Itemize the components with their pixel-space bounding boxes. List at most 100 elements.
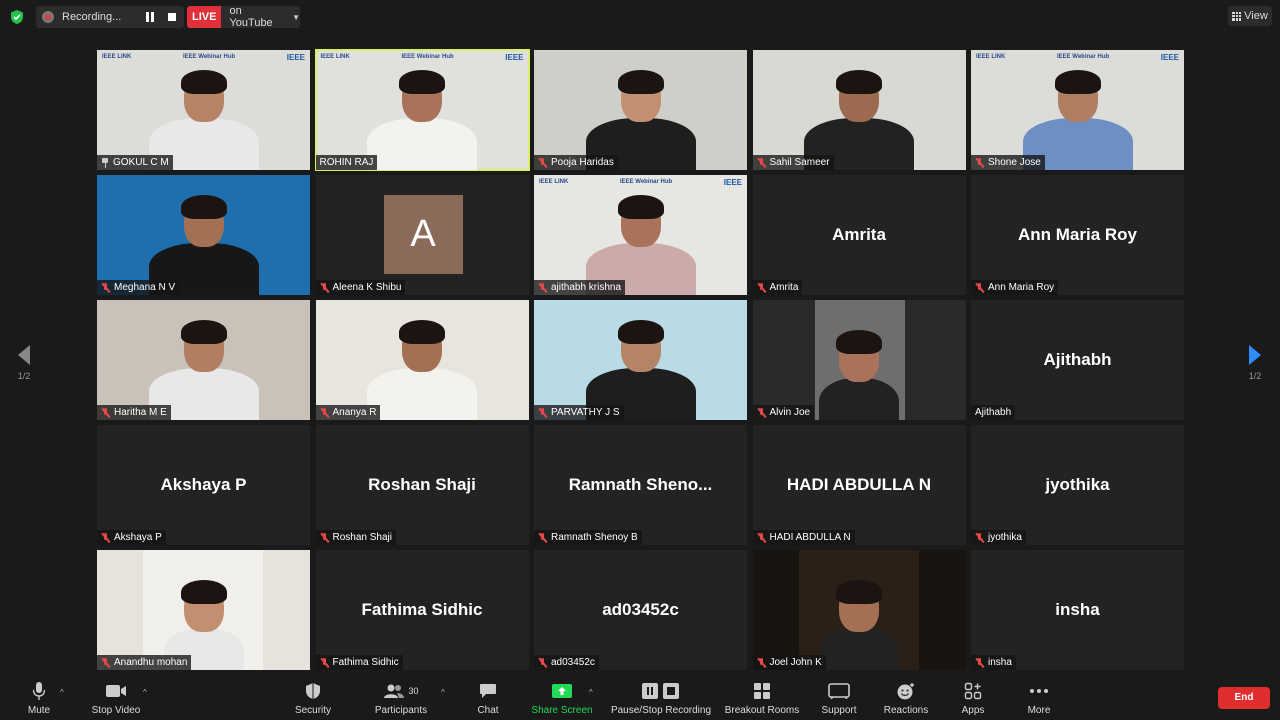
video-feed xyxy=(316,300,529,420)
participant-tile[interactable]: Ann Maria Roy Ann Maria Roy xyxy=(971,175,1184,295)
support-button[interactable]: Support xyxy=(817,680,861,716)
chevron-up-icon[interactable]: ^ xyxy=(441,688,445,697)
participant-name-tag: Pooja Haridas xyxy=(534,155,618,170)
participant-tile[interactable]: insha insha xyxy=(971,550,1184,670)
participant-display-name: Ramnath Sheno... xyxy=(568,475,713,494)
participant-tile[interactable]: Amrita Amrita xyxy=(752,175,966,295)
chevron-up-icon[interactable]: ^ xyxy=(143,688,147,697)
apps-button[interactable]: Apps xyxy=(955,680,991,716)
security-shield-icon xyxy=(290,680,336,702)
participant-tile[interactable]: Ajithabh Ajithabh xyxy=(971,300,1184,420)
participants-button[interactable]: 30 Participants xyxy=(369,680,433,716)
participant-tile[interactable]: Alvin Joe xyxy=(752,300,966,420)
muted-mic-icon xyxy=(101,407,110,418)
participant-name-tag: Meghana N V xyxy=(97,280,180,295)
more-button[interactable]: More xyxy=(1020,680,1058,716)
share-screen-button[interactable]: Share Screen xyxy=(530,680,594,716)
participant-figure xyxy=(367,70,477,170)
participant-name: Amrita xyxy=(769,282,799,293)
stop-recording-icon[interactable] xyxy=(166,12,180,22)
reactions-button[interactable]: Reactions xyxy=(880,680,932,716)
participant-tile[interactable]: IEEE LINK IEEE Webinar Hub IEEE ajithabh kr… xyxy=(534,175,747,295)
participant-tile[interactable]: IEEE LINK IEEE Webinar Hub IEEE Shone Jose xyxy=(971,50,1184,170)
banner-left: IEEE LINK xyxy=(976,54,1006,60)
muted-mic-icon xyxy=(320,657,329,668)
participant-name-tag: Amrita xyxy=(752,280,803,295)
breakout-rooms-button[interactable]: Breakout Rooms xyxy=(722,680,802,716)
banner-logo: IEEE xyxy=(1160,52,1179,62)
stop-video-button[interactable]: Stop Video xyxy=(88,680,144,716)
participant-tile[interactable]: Anandhu mohan xyxy=(97,550,310,670)
participant-tile[interactable]: IEEE LINK IEEE Webinar Hub IEEE GOKUL C M xyxy=(97,50,310,170)
pause-stop-recording-label: Pause/Stop Recording xyxy=(610,705,712,716)
muted-mic-icon xyxy=(538,157,547,168)
participant-name: Aleena K Shibu xyxy=(332,282,402,293)
participant-tile[interactable]: Haritha M E xyxy=(97,300,310,420)
pause-stop-recording-button[interactable]: Pause/Stop Recording xyxy=(607,680,715,716)
participant-tile[interactable]: ad03452c ad03452c xyxy=(534,550,747,670)
mute-button[interactable]: Mute xyxy=(22,680,56,716)
recording-indicator: Recording... xyxy=(36,6,184,28)
participant-tile[interactable]: A Aleena K Shibu xyxy=(315,175,529,295)
participant-tile[interactable]: Pooja Haridas xyxy=(534,50,747,170)
view-button[interactable]: View xyxy=(1228,6,1272,26)
shield-icon[interactable] xyxy=(9,9,25,25)
participant-tile[interactable]: Fathima Sidhic Fathima Sidhic xyxy=(315,550,529,670)
video-feed xyxy=(97,175,310,295)
participant-name-tag: Sahil Sameer xyxy=(752,155,834,170)
participant-name-tag: Roshan Shaji xyxy=(315,530,396,545)
security-button[interactable]: Security xyxy=(290,680,336,716)
participant-gallery: IEEE LINK IEEE Webinar Hub IEEE GOKUL C M IE… xyxy=(97,49,1184,670)
banner-center: IEEE Webinar Hub xyxy=(619,179,673,185)
banner-left: IEEE LINK xyxy=(102,54,132,60)
video-feed: IEEE LINK IEEE Webinar Hub IEEE xyxy=(534,175,747,295)
participant-name-tag: jyothika xyxy=(971,530,1026,545)
support-label: Support xyxy=(821,705,857,716)
muted-mic-icon xyxy=(757,407,766,418)
participant-tile[interactable]: Ramnath Sheno... Ramnath Shenoy B xyxy=(534,425,747,545)
support-icon xyxy=(817,680,861,702)
participant-tile[interactable]: Roshan Shaji Roshan Shaji xyxy=(315,425,529,545)
participant-tile[interactable]: PARVATHY J S xyxy=(534,300,747,420)
participant-display-name: Akshaya P xyxy=(160,475,247,494)
apps-icon xyxy=(955,680,991,702)
participant-name: Shone Jose xyxy=(988,157,1041,168)
breakout-rooms-icon xyxy=(722,680,802,702)
video-feed: IEEE LINK IEEE Webinar Hub IEEE xyxy=(971,50,1184,170)
chat-button[interactable]: Chat xyxy=(474,680,502,716)
video-feed xyxy=(97,300,310,420)
participant-tile[interactable]: HADI ABDULLA N HADI ABDULLA N xyxy=(752,425,966,545)
participant-tile[interactable]: Sahil Sameer xyxy=(752,50,966,170)
video-feed xyxy=(534,300,747,420)
ieee-banner: IEEE LINK IEEE Webinar Hub IEEE xyxy=(971,50,1184,64)
pause-recording-icon[interactable] xyxy=(144,12,158,22)
video-feed xyxy=(534,50,747,170)
participant-name: ajithabh krishna xyxy=(551,282,622,293)
participant-name: Meghana N V xyxy=(114,282,176,293)
stop-video-label: Stop Video xyxy=(91,705,141,716)
chevron-up-icon[interactable]: ^ xyxy=(589,688,593,697)
participant-tile[interactable]: jyothika jyothika xyxy=(971,425,1184,545)
chevron-up-icon[interactable]: ^ xyxy=(60,688,64,697)
participant-tile[interactable]: Joel John K xyxy=(752,550,966,670)
participant-tile[interactable]: IEEE LINK IEEE Webinar Hub IEEE ROHIN RAJ xyxy=(314,49,530,171)
participant-display-name: ad03452c xyxy=(602,600,679,619)
pause-stop-icon xyxy=(607,680,715,702)
participant-tile[interactable]: Ananya R xyxy=(315,300,529,420)
live-stream-indicator[interactable]: LIVE on YouTube ▼ xyxy=(187,5,300,29)
security-label: Security xyxy=(294,705,332,716)
pin-icon xyxy=(101,157,109,168)
end-meeting-button[interactable]: End xyxy=(1218,687,1270,709)
participant-tile[interactable]: Meghana N V xyxy=(97,175,310,295)
participants-icon-wrap: 30 xyxy=(369,680,433,702)
participant-name-tag: Fathima Sidhic xyxy=(315,655,403,670)
participant-name-tag: ROHIN RAJ xyxy=(315,155,378,170)
next-page-button[interactable]: 1/2 xyxy=(1243,345,1267,381)
participant-name-tag: Shone Jose xyxy=(971,155,1045,170)
participant-name: Roshan Shaji xyxy=(332,532,392,543)
participant-tile[interactable]: Akshaya P Akshaya P xyxy=(97,425,310,545)
participant-name: PARVATHY J S xyxy=(551,407,620,418)
muted-mic-icon xyxy=(757,657,766,668)
participant-display-name: Roshan Shaji xyxy=(368,475,476,494)
previous-page-button[interactable]: 1/2 xyxy=(12,345,36,381)
